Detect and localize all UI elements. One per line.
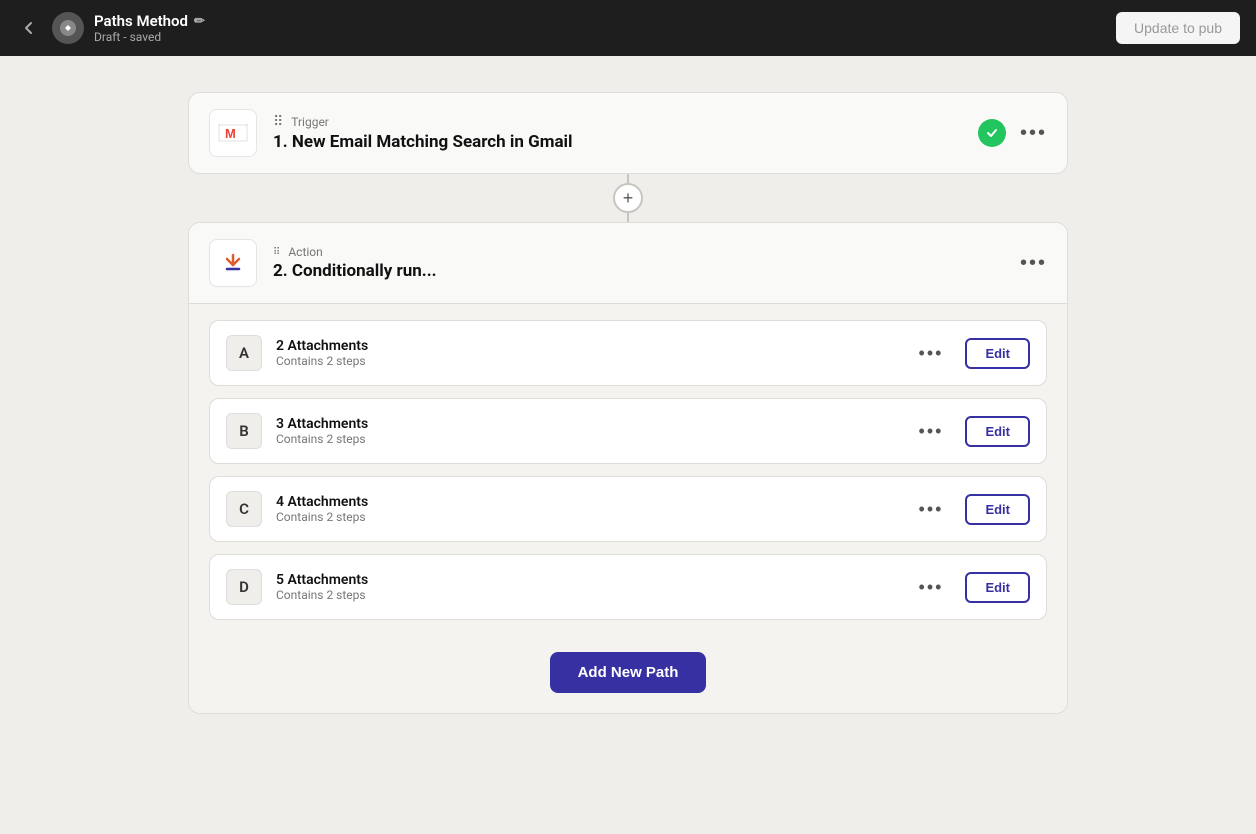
path-more-button-d[interactable]: •••: [911, 573, 952, 602]
trigger-title: 1. New Email Matching Search in Gmail: [273, 132, 962, 152]
path-name-d: 5 Attachments: [276, 572, 897, 588]
path-more-button-b[interactable]: •••: [911, 417, 952, 446]
action-dots-icon: ⠿: [273, 247, 282, 258]
path-info-a: 2 Attachments Contains 2 steps: [276, 338, 897, 368]
trigger-dots-icon: ⠿: [273, 114, 285, 130]
nav-subtitle: Draft - saved: [94, 30, 205, 44]
path-steps-b: Contains 2 steps: [276, 432, 897, 446]
path-row-a: A 2 Attachments Contains 2 steps ••• Edi…: [209, 320, 1047, 386]
add-step-button[interactable]: +: [613, 183, 643, 213]
trigger-actions: •••: [978, 119, 1047, 147]
action-icon: [209, 239, 257, 287]
trigger-label: ⠿ Trigger: [273, 114, 962, 130]
path-more-button-a[interactable]: •••: [911, 339, 952, 368]
paths-body: A 2 Attachments Contains 2 steps ••• Edi…: [189, 304, 1067, 636]
add-new-path-button[interactable]: Add New Path: [550, 652, 707, 693]
svg-text:M: M: [225, 126, 236, 141]
trigger-info: ⠿ Trigger 1. New Email Matching Search i…: [273, 114, 962, 152]
path-edit-button-a[interactable]: Edit: [965, 338, 1030, 369]
path-letter-a: A: [226, 335, 262, 371]
path-edit-button-b[interactable]: Edit: [965, 416, 1030, 447]
path-name-c: 4 Attachments: [276, 494, 897, 510]
path-letter-d: D: [226, 569, 262, 605]
path-letter-b: B: [226, 413, 262, 449]
path-row-b: B 3 Attachments Contains 2 steps ••• Edi…: [209, 398, 1047, 464]
path-name-b: 3 Attachments: [276, 416, 897, 432]
paths-footer: Add New Path: [189, 636, 1067, 713]
path-more-button-c[interactable]: •••: [911, 495, 952, 524]
nav-title-block: Paths Method ✏ Draft - saved: [94, 12, 205, 44]
update-publish-button[interactable]: Update to pub: [1116, 12, 1240, 44]
path-info-d: 5 Attachments Contains 2 steps: [276, 572, 897, 602]
path-steps-a: Contains 2 steps: [276, 354, 897, 368]
path-steps-c: Contains 2 steps: [276, 510, 897, 524]
gmail-icon: M: [209, 109, 257, 157]
trigger-card: M ⠿ Trigger 1. New Email Matching Search…: [188, 92, 1068, 174]
topnav-right: Update to pub: [1116, 12, 1240, 44]
edit-title-icon[interactable]: ✏: [194, 14, 205, 29]
action-title: 2. Conditionally run...: [273, 261, 1004, 281]
action-header: ⠿ Action 2. Conditionally run... •••: [189, 223, 1067, 304]
path-info-b: 3 Attachments Contains 2 steps: [276, 416, 897, 446]
trigger-label-text: Trigger: [291, 115, 329, 129]
workflow-canvas: M ⠿ Trigger 1. New Email Matching Search…: [0, 56, 1256, 834]
path-edit-button-d[interactable]: Edit: [965, 572, 1030, 603]
path-edit-button-c[interactable]: Edit: [965, 494, 1030, 525]
action-label-row: ⠿ Action: [273, 245, 1004, 259]
back-button[interactable]: [16, 15, 42, 41]
path-row-c: C 4 Attachments Contains 2 steps ••• Edi…: [209, 476, 1047, 542]
trigger-more-button[interactable]: •••: [1020, 122, 1047, 145]
action-info: ⠿ Action 2. Conditionally run...: [273, 245, 1004, 281]
nav-title-text: Paths Method: [94, 12, 188, 30]
logo-icon: [52, 12, 84, 44]
path-steps-d: Contains 2 steps: [276, 588, 897, 602]
path-row-d: D 5 Attachments Contains 2 steps ••• Edi…: [209, 554, 1047, 620]
path-info-c: 4 Attachments Contains 2 steps: [276, 494, 897, 524]
trigger-status-badge: [978, 119, 1006, 147]
trigger-to-action-connector: +: [627, 174, 629, 222]
action-more-button[interactable]: •••: [1020, 252, 1047, 275]
topnav: Paths Method ✏ Draft - saved Update to p…: [0, 0, 1256, 56]
path-letter-c: C: [226, 491, 262, 527]
action-label-text: Action: [288, 245, 322, 259]
topnav-left: Paths Method ✏ Draft - saved: [16, 12, 205, 44]
nav-title: Paths Method ✏: [94, 12, 205, 30]
action-card: ⠿ Action 2. Conditionally run... ••• A 2…: [188, 222, 1068, 714]
path-name-a: 2 Attachments: [276, 338, 897, 354]
